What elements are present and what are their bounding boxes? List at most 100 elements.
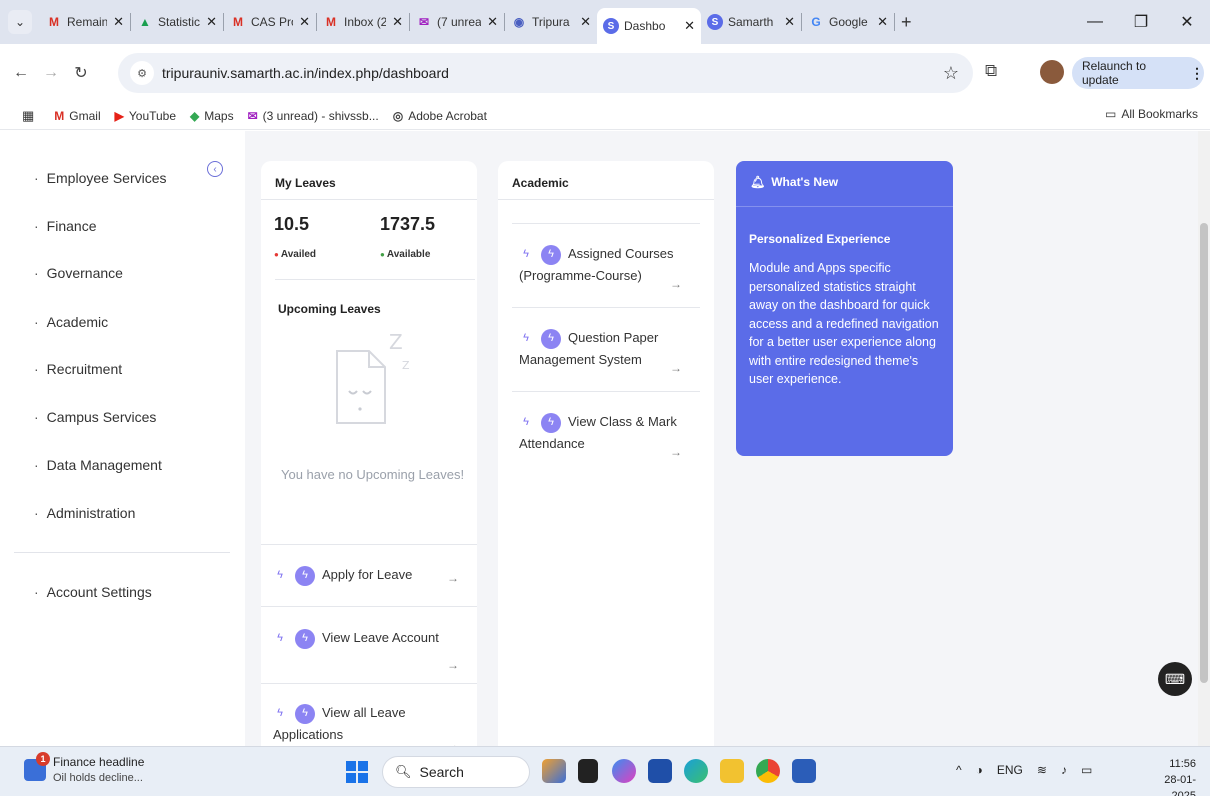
collapse-sidebar-icon[interactable]: ‹ (207, 161, 223, 177)
chrome-taskbar-icon[interactable] (756, 759, 780, 783)
browser-tab[interactable]: M Remaini ✕ (40, 5, 130, 39)
taskbar-search[interactable]: 🔍︎ Search (382, 756, 530, 788)
minimize-icon[interactable]: — (1072, 13, 1118, 31)
arrow-right-icon[interactable]: → (670, 361, 682, 375)
windows-start-icon[interactable] (346, 761, 368, 783)
samarth-icon: S (603, 18, 619, 34)
close-tab-icon[interactable]: ✕ (877, 14, 888, 30)
mail-icon: ✉ (418, 15, 430, 29)
bookmark-star-icon[interactable]: ☆ (943, 63, 959, 84)
bookmark-maps[interactable]: ◆ Maps (190, 109, 234, 123)
bookmark-gmail[interactable]: M Gmail (54, 109, 100, 123)
sidebar-item-recruitment[interactable]: · Recruitment (34, 361, 122, 377)
bookmark-youtube[interactable]: ▶ YouTube (115, 109, 176, 123)
question-paper-management-link[interactable]: ϟ ϟ Question Paper Management System (519, 327, 679, 370)
browser-tab[interactable]: M CAS Pro ✕ (224, 5, 316, 39)
profile-avatar[interactable] (1040, 60, 1064, 84)
file-explorer-taskbar-icon[interactable] (720, 759, 744, 783)
sidebar-item-data-management[interactable]: · Data Management (34, 457, 162, 473)
keyboard-icon[interactable]: ⌨ (1158, 662, 1192, 696)
google-icon: G (811, 15, 821, 29)
bookmark-acrobat[interactable]: ◎ Adobe Acrobat (393, 109, 487, 123)
bolt-circle-icon: ϟ (541, 328, 561, 349)
sidebar-item-governance[interactable]: · Governance (34, 265, 123, 281)
gmail-icon: M (54, 108, 65, 123)
taskbar-clock[interactable]: 11:56 28-01-2025 (1150, 756, 1196, 796)
word-taskbar-icon[interactable] (792, 759, 816, 783)
close-window-icon[interactable]: ✕ (1164, 12, 1210, 32)
divider (261, 606, 477, 607)
close-tab-icon[interactable]: ✕ (580, 14, 591, 30)
browser-tab[interactable]: ◉ Tripura ✕ (505, 5, 597, 39)
close-tab-icon[interactable]: ✕ (113, 14, 124, 30)
sidebar-item-account-settings[interactable]: · Account Settings (34, 584, 152, 600)
bolt-icon: ϟ (277, 569, 283, 582)
assigned-courses-link[interactable]: ϟ ϟ Assigned Courses (Programme-Course) (519, 243, 689, 286)
sidebar-item-campus-services[interactable]: · Campus Services (34, 409, 156, 425)
bolt-circle-icon: ϟ (295, 565, 315, 586)
close-tab-icon[interactable]: ✕ (299, 14, 310, 30)
network-tray-icon[interactable]: ◑ (976, 763, 983, 777)
forward-icon[interactable]: → (36, 64, 66, 82)
available-value: 1737.5 (380, 214, 436, 234)
new-tab-icon[interactable]: + (901, 12, 912, 33)
url-text[interactable]: tripurauniv.samarth.ac.in/index.php/dash… (162, 65, 449, 81)
close-tab-icon[interactable]: ✕ (684, 18, 695, 34)
relaunch-button[interactable]: Relaunch to update ⋮ (1072, 57, 1204, 89)
close-tab-icon[interactable]: ✕ (206, 14, 217, 30)
youtube-icon: ▶ (114, 108, 124, 123)
restore-icon[interactable]: ❐ (1118, 12, 1164, 32)
apps-grid-icon[interactable]: ▦ (22, 108, 34, 124)
chevron-up-icon[interactable]: ^ (956, 763, 962, 777)
bookmark-mail[interactable]: ✉ (3 unread) - shivssb... (248, 109, 379, 123)
scrollbar-thumb[interactable] (1200, 223, 1208, 683)
reload-icon[interactable]: ↻ (66, 63, 96, 83)
close-tab-icon[interactable]: ✕ (784, 14, 795, 30)
empty-sleeping-file-icon: Z Z (336, 331, 410, 424)
view-all-leave-applications-link[interactable]: ϟ ϟ View all Leave Applications (273, 702, 433, 745)
arrow-right-icon[interactable]: → (447, 571, 459, 585)
bolt-circle-icon: ϟ (295, 703, 315, 724)
app-taskbar-icon[interactable] (542, 759, 566, 783)
browser-tab[interactable]: S Samarth ✕ (701, 5, 801, 39)
divider (498, 199, 714, 200)
view-class-mark-attendance-link[interactable]: ϟ ϟ View Class & Mark Attendance (519, 411, 689, 454)
arrow-right-icon[interactable]: → (670, 445, 682, 459)
sidebar-item-finance[interactable]: · Finance (34, 218, 96, 234)
sidebar-item-administration[interactable]: · Administration (34, 505, 135, 521)
clock-time: 11:56 (1169, 758, 1196, 770)
terminal-taskbar-icon[interactable] (578, 759, 598, 783)
back-icon[interactable]: ← (6, 64, 36, 82)
tab-search-dropdown[interactable]: ⌄ (8, 10, 32, 34)
all-bookmarks-button[interactable]: ▭ All Bookmarks (1105, 107, 1198, 121)
site-info-icon[interactable]: ⚙ (130, 61, 154, 85)
wifi-icon[interactable]: ≋ (1037, 763, 1047, 777)
volume-icon[interactable]: ♪ (1061, 763, 1067, 777)
apply-for-leave-link[interactable]: ϟ ϟ Apply for Leave (273, 564, 443, 586)
close-tab-icon[interactable]: ✕ (392, 14, 403, 30)
language-indicator[interactable]: ENG (997, 763, 1023, 777)
arrow-right-icon[interactable]: → (447, 738, 459, 746)
browser-tab[interactable]: G Google ✕ (802, 5, 894, 39)
arrow-right-icon[interactable]: → (447, 658, 459, 672)
sidebar-item-academic[interactable]: · Academic (34, 314, 108, 330)
mail-icon: ✉ (247, 108, 258, 123)
close-tab-icon[interactable]: ✕ (487, 14, 498, 30)
battery-icon[interactable]: ▭ (1081, 763, 1092, 777)
store-taskbar-icon[interactable] (648, 759, 672, 783)
page-scrollbar[interactable] (1198, 131, 1210, 746)
omnibox[interactable]: ⚙ tripurauniv.samarth.ac.in/index.php/da… (118, 53, 973, 93)
window-controls: — ❐ ✕ (1072, 0, 1210, 44)
arrow-right-icon[interactable]: → (670, 277, 682, 291)
news-subtext[interactable]: Oil holds decline... (53, 772, 143, 784)
browser-tab[interactable]: ▲ Statistic ✕ (131, 5, 223, 39)
browser-tab[interactable]: M Inbox (2 ✕ (317, 5, 409, 39)
view-leave-account-link[interactable]: ϟ ϟ View Leave Account (273, 627, 463, 649)
browser-tab[interactable]: ✉ (7 unrea ✕ (410, 5, 504, 39)
extensions-icon[interactable]: ⧉ (985, 61, 997, 81)
sidebar-item-employee-services[interactable]: · Employee Services (34, 170, 167, 186)
edge-taskbar-icon[interactable] (684, 759, 708, 783)
copilot-taskbar-icon[interactable] (612, 759, 636, 783)
browser-tab-active[interactable]: S Dashbo ✕ (597, 8, 701, 44)
news-headline[interactable]: Finance headline (53, 755, 144, 769)
